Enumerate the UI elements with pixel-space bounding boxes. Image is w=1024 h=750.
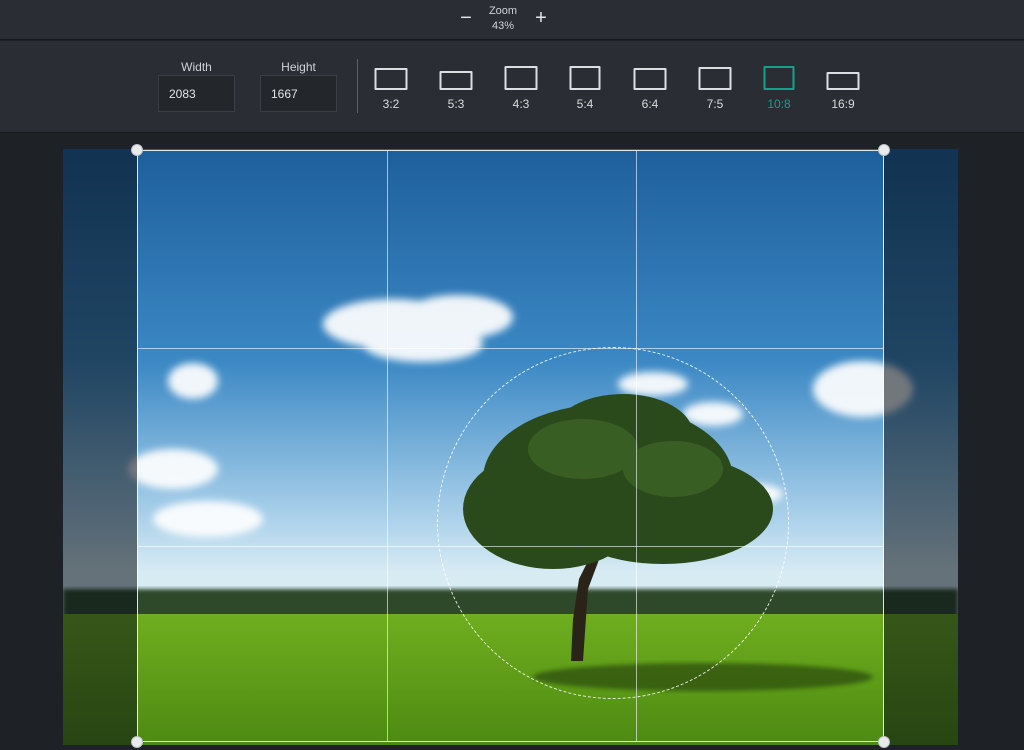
height-label: Height bbox=[281, 60, 316, 74]
ratio-16-9-button[interactable]: 16:9 bbox=[818, 65, 868, 113]
ratio-5-3-icon bbox=[439, 71, 473, 90]
ratio-4-3-button[interactable]: 4:3 bbox=[496, 65, 546, 113]
toolbar-divider bbox=[357, 59, 358, 113]
crop-toolbar: Width Height 3:2 5:3 4:3 5:4 6:4 7:5 10:… bbox=[0, 41, 1024, 133]
width-label: Width bbox=[181, 60, 212, 74]
ratio-4-3-icon bbox=[504, 66, 538, 90]
focus-circle[interactable] bbox=[437, 347, 789, 699]
zoom-value: 43% bbox=[491, 20, 515, 32]
zoom-label: Zoom bbox=[488, 5, 518, 17]
ratio-7-5-button[interactable]: 7:5 bbox=[690, 65, 740, 113]
zoom-out-button[interactable]: − bbox=[456, 6, 476, 30]
crop-canvas[interactable] bbox=[0, 134, 1024, 750]
ratio-6-4-icon bbox=[633, 68, 667, 90]
width-input[interactable] bbox=[158, 75, 235, 112]
crop-shade-left bbox=[63, 149, 137, 745]
grid-line-vertical bbox=[387, 151, 388, 741]
crop-handle-bottom-left[interactable] bbox=[131, 736, 143, 748]
crop-handle-bottom-right[interactable] bbox=[878, 736, 890, 748]
ratio-label: 5:3 bbox=[447, 97, 465, 111]
ratio-5-4-button[interactable]: 5:4 bbox=[560, 65, 610, 113]
ratio-label: 4:3 bbox=[512, 97, 530, 111]
ratio-3-2-button[interactable]: 3:2 bbox=[366, 65, 416, 113]
ratio-10-8-button[interactable]: 10:8 bbox=[754, 65, 804, 113]
crop-handle-top-left[interactable] bbox=[131, 144, 143, 156]
ratio-5-3-button[interactable]: 5:3 bbox=[431, 65, 481, 113]
ratio-10-8-icon bbox=[763, 66, 795, 90]
ratio-5-4-icon bbox=[569, 66, 601, 90]
ratio-6-4-button[interactable]: 6:4 bbox=[625, 65, 675, 113]
crop-shade-right bbox=[884, 149, 958, 745]
grid-line-horizontal bbox=[138, 348, 883, 349]
zoom-in-button[interactable]: + bbox=[531, 6, 551, 30]
ratio-label: 5:4 bbox=[576, 97, 594, 111]
ratio-label: 7:5 bbox=[706, 97, 724, 111]
height-input[interactable] bbox=[260, 75, 337, 112]
zoom-bar: − Zoom 43% + bbox=[0, 0, 1024, 40]
ratio-7-5-icon bbox=[698, 67, 732, 90]
ratio-3-2-icon bbox=[374, 68, 408, 90]
ratio-label: 16:9 bbox=[831, 97, 855, 111]
ratio-label: 3:2 bbox=[382, 97, 400, 111]
ratio-16-9-icon bbox=[826, 72, 860, 90]
ratio-label: 10:8 bbox=[767, 97, 791, 111]
ratio-label: 6:4 bbox=[641, 97, 659, 111]
crop-handle-top-right[interactable] bbox=[878, 144, 890, 156]
